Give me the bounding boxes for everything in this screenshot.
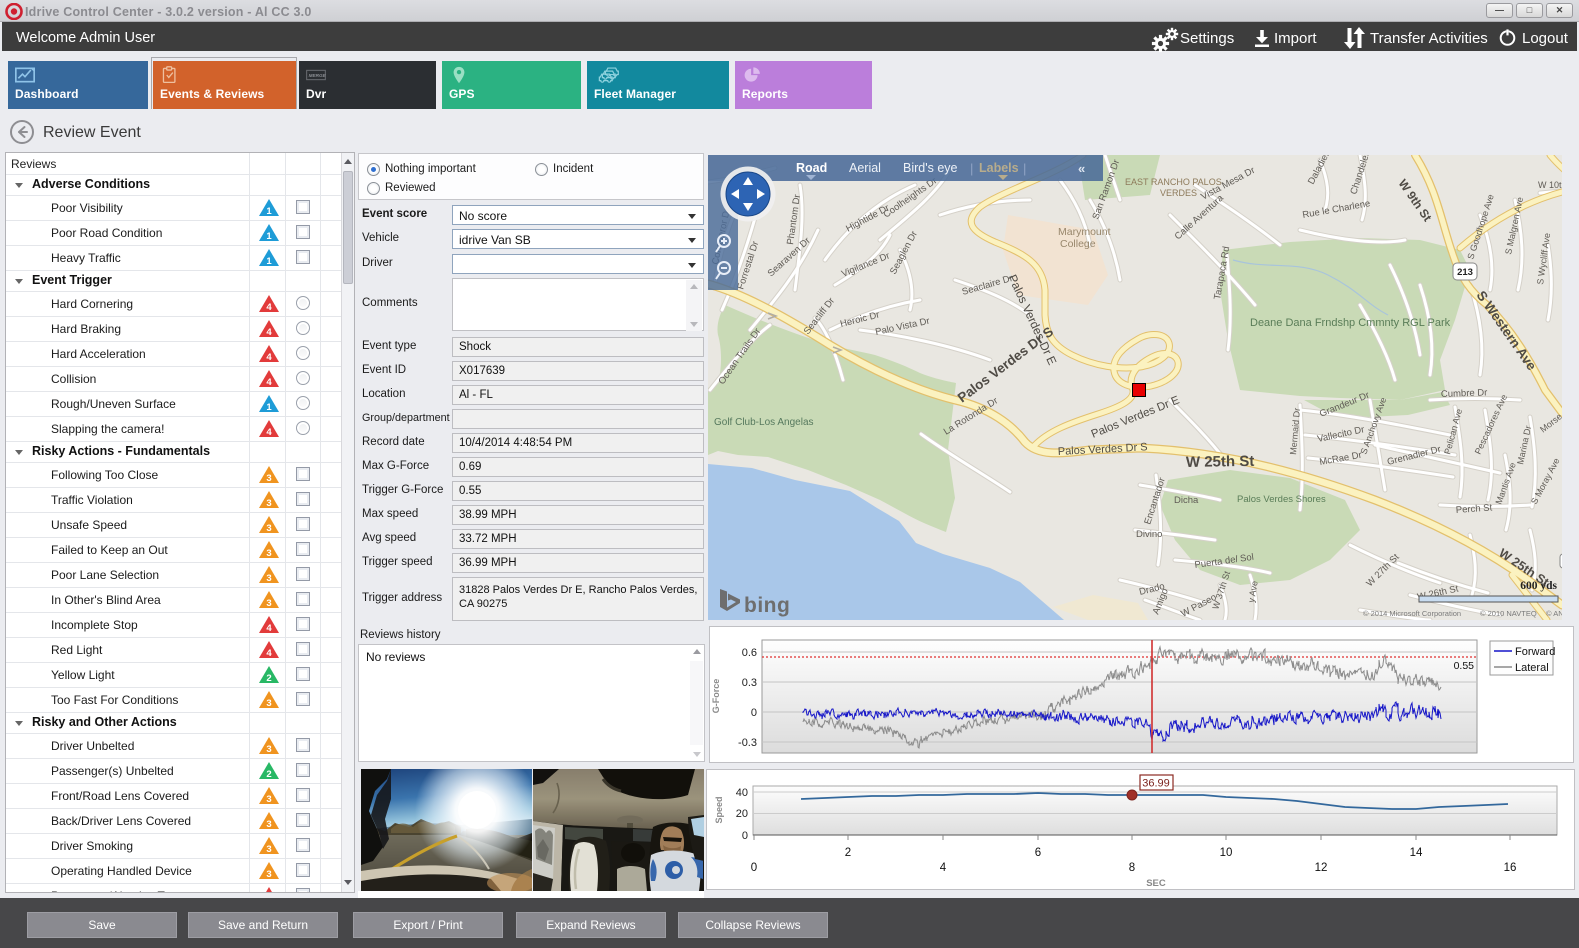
svg-text:1: 1	[266, 231, 272, 242]
svg-text:0: 0	[742, 830, 748, 842]
svg-text:4: 4	[266, 623, 272, 634]
svg-text:3: 3	[266, 573, 271, 584]
svg-text:College: College	[1060, 238, 1096, 250]
svg-text:3: 3	[266, 844, 271, 855]
svg-text:8: 8	[1129, 862, 1135, 874]
svg-text:G-Force: G-Force	[711, 679, 721, 714]
svg-text:3: 3	[266, 598, 271, 609]
svg-text:3: 3	[266, 473, 271, 484]
svg-text:36.99: 36.99	[1142, 778, 1170, 790]
svg-text:0: 0	[751, 862, 757, 874]
svg-text:600 yds: 600 yds	[1520, 580, 1557, 592]
svg-text:1: 1	[266, 402, 272, 413]
svg-text:«: «	[1078, 161, 1085, 176]
svg-text:4: 4	[266, 648, 272, 659]
svg-text:4: 4	[266, 302, 272, 313]
svg-text:Dicha: Dicha	[1174, 495, 1199, 506]
svg-text:0.3: 0.3	[742, 677, 757, 689]
svg-text:-0.3: -0.3	[738, 737, 757, 749]
svg-text:4: 4	[266, 352, 272, 363]
svg-text:4: 4	[266, 427, 272, 438]
svg-text:20: 20	[736, 808, 748, 820]
svg-text:MERGE: MERGE	[309, 73, 326, 78]
svg-text:4: 4	[266, 377, 272, 388]
svg-text:16: 16	[1504, 862, 1517, 874]
svg-text:Road: Road	[796, 161, 827, 175]
svg-text:EAST RANCHO PALOS: EAST RANCHO PALOS	[1125, 177, 1222, 187]
svg-text:2: 2	[266, 673, 271, 684]
svg-text:bing: bing	[744, 594, 790, 617]
svg-text:4: 4	[940, 862, 947, 874]
svg-text:2: 2	[845, 847, 851, 859]
svg-text:Golf Club-Los Angelas: Golf Club-Los Angelas	[714, 417, 814, 428]
svg-text:Deane Dana Frndshp Cmmnty RGL: Deane Dana Frndshp Cmmnty RGL Park	[1250, 317, 1451, 329]
svg-text:© 2010 NAVTEQ: © 2010 NAVTEQ	[1480, 609, 1537, 618]
svg-text:Bird's eye: Bird's eye	[903, 161, 958, 175]
svg-text:0.6: 0.6	[742, 647, 757, 659]
svg-text:© 2014 Microsoft Corporation: © 2014 Microsoft Corporation	[1363, 609, 1461, 618]
svg-text:3: 3	[266, 548, 271, 559]
svg-text:1: 1	[266, 256, 272, 267]
svg-text:VERDES: VERDES	[1160, 188, 1197, 198]
svg-text:SEC: SEC	[1146, 878, 1166, 889]
svg-text:12: 12	[1315, 862, 1328, 874]
svg-text:3: 3	[266, 498, 271, 509]
svg-text:Cumbre Dr: Cumbre Dr	[1441, 387, 1488, 400]
svg-text:14: 14	[1410, 847, 1423, 859]
svg-text:3: 3	[266, 869, 271, 880]
svg-text:213: 213	[1457, 267, 1473, 278]
svg-text:3: 3	[266, 794, 271, 805]
svg-text:3: 3	[266, 698, 271, 709]
svg-text:|: |	[970, 161, 973, 176]
svg-text:© AND: © AND	[1546, 609, 1562, 618]
svg-text:Aerial: Aerial	[849, 161, 881, 175]
svg-text:0.55: 0.55	[1454, 660, 1475, 672]
svg-text:2: 2	[266, 769, 271, 780]
svg-text:0: 0	[751, 707, 757, 719]
svg-text:|: |	[1023, 161, 1026, 176]
svg-text:3: 3	[266, 819, 271, 830]
svg-text:10: 10	[1220, 847, 1233, 859]
svg-text:1: 1	[266, 206, 272, 217]
svg-text:W 25th St: W 25th St	[1186, 453, 1255, 471]
svg-text:Speed: Speed	[714, 796, 724, 823]
svg-text:Forward: Forward	[1515, 646, 1555, 658]
svg-text:Labels: Labels	[979, 161, 1019, 175]
svg-text:W 10t: W 10t	[1538, 180, 1562, 190]
svg-text:40: 40	[736, 787, 748, 799]
svg-text:Lateral: Lateral	[1515, 662, 1549, 674]
svg-text:4: 4	[266, 327, 272, 338]
svg-text:Divino: Divino	[1136, 529, 1162, 540]
svg-text:3: 3	[266, 523, 271, 534]
svg-text:6: 6	[1035, 847, 1041, 859]
svg-text:Marymount: Marymount	[1058, 226, 1111, 238]
svg-text:Palos Verdes Shores: Palos Verdes Shores	[1237, 494, 1326, 505]
svg-text:3: 3	[266, 744, 271, 755]
